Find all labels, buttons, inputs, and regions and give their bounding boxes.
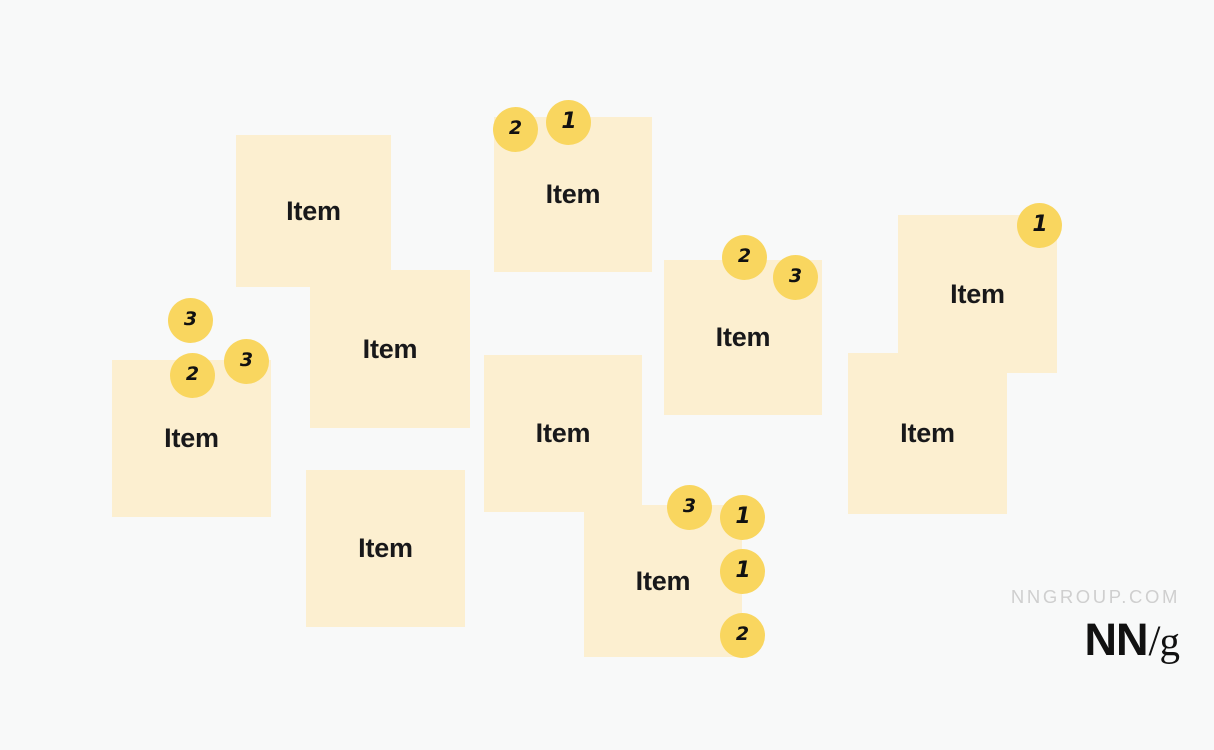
vote-badge[interactable]: 1 [546, 100, 591, 145]
vote-badge-value: 3 [788, 265, 803, 287]
item-card-label: Item [535, 418, 591, 448]
vote-badge[interactable]: 3 [168, 298, 213, 343]
vote-badge-value: 1 [1032, 211, 1047, 237]
nng-logo-nn: NN [1084, 614, 1149, 665]
vote-badge-value: 2 [508, 117, 523, 139]
item-card-label: Item [950, 278, 1005, 309]
item-card-label: Item [635, 565, 691, 596]
vote-badge-value: 3 [183, 308, 198, 330]
item-card-label: Item [715, 322, 771, 352]
item-card[interactable]: Item [848, 353, 1007, 514]
vote-badge[interactable]: 2 [493, 107, 538, 152]
item-card[interactable]: Item [310, 270, 470, 428]
item-card-label: Item [286, 195, 341, 226]
nng-logo: NN / g [1011, 614, 1180, 666]
vote-badge-value: 3 [682, 495, 697, 517]
vote-badge-value: 3 [239, 349, 254, 371]
vote-badge-value: 1 [735, 557, 750, 583]
vote-badge[interactable]: 3 [773, 255, 818, 300]
vote-badge[interactable]: 1 [720, 495, 765, 540]
brand-block: NNGROUP.COM NN / g [1011, 586, 1180, 666]
brand-url-text: NNGROUP.COM [1010, 586, 1180, 607]
vote-badge[interactable]: 3 [667, 485, 712, 530]
vote-badge-value: 1 [561, 108, 576, 134]
item-card[interactable]: Item [484, 355, 642, 512]
vote-badge[interactable]: 2 [170, 353, 215, 398]
vote-badge-value: 2 [735, 623, 750, 645]
vote-badge-value: 2 [185, 363, 200, 385]
vote-badge[interactable]: 2 [720, 613, 765, 658]
item-card-label: Item [358, 533, 413, 563]
vote-badge-value: 2 [737, 245, 752, 267]
item-card-label: Item [164, 423, 219, 453]
vote-badge[interactable]: 1 [1017, 203, 1062, 248]
item-card-label: Item [545, 179, 601, 209]
item-card[interactable]: Item [584, 505, 742, 657]
item-card-label: Item [900, 418, 955, 448]
item-card[interactable]: Item [306, 470, 465, 627]
illustration-canvas: Item Item Item Item Item Item Item Item Item Item… [0, 0, 1214, 750]
vote-badge[interactable]: 3 [224, 339, 269, 384]
vote-badge[interactable]: 2 [722, 235, 767, 280]
vote-badge[interactable]: 1 [720, 549, 765, 594]
item-card-label: Item [362, 333, 418, 364]
item-card[interactable]: Item [236, 135, 391, 287]
vote-badge-value: 1 [735, 503, 750, 529]
nng-logo-g: g [1159, 618, 1181, 664]
